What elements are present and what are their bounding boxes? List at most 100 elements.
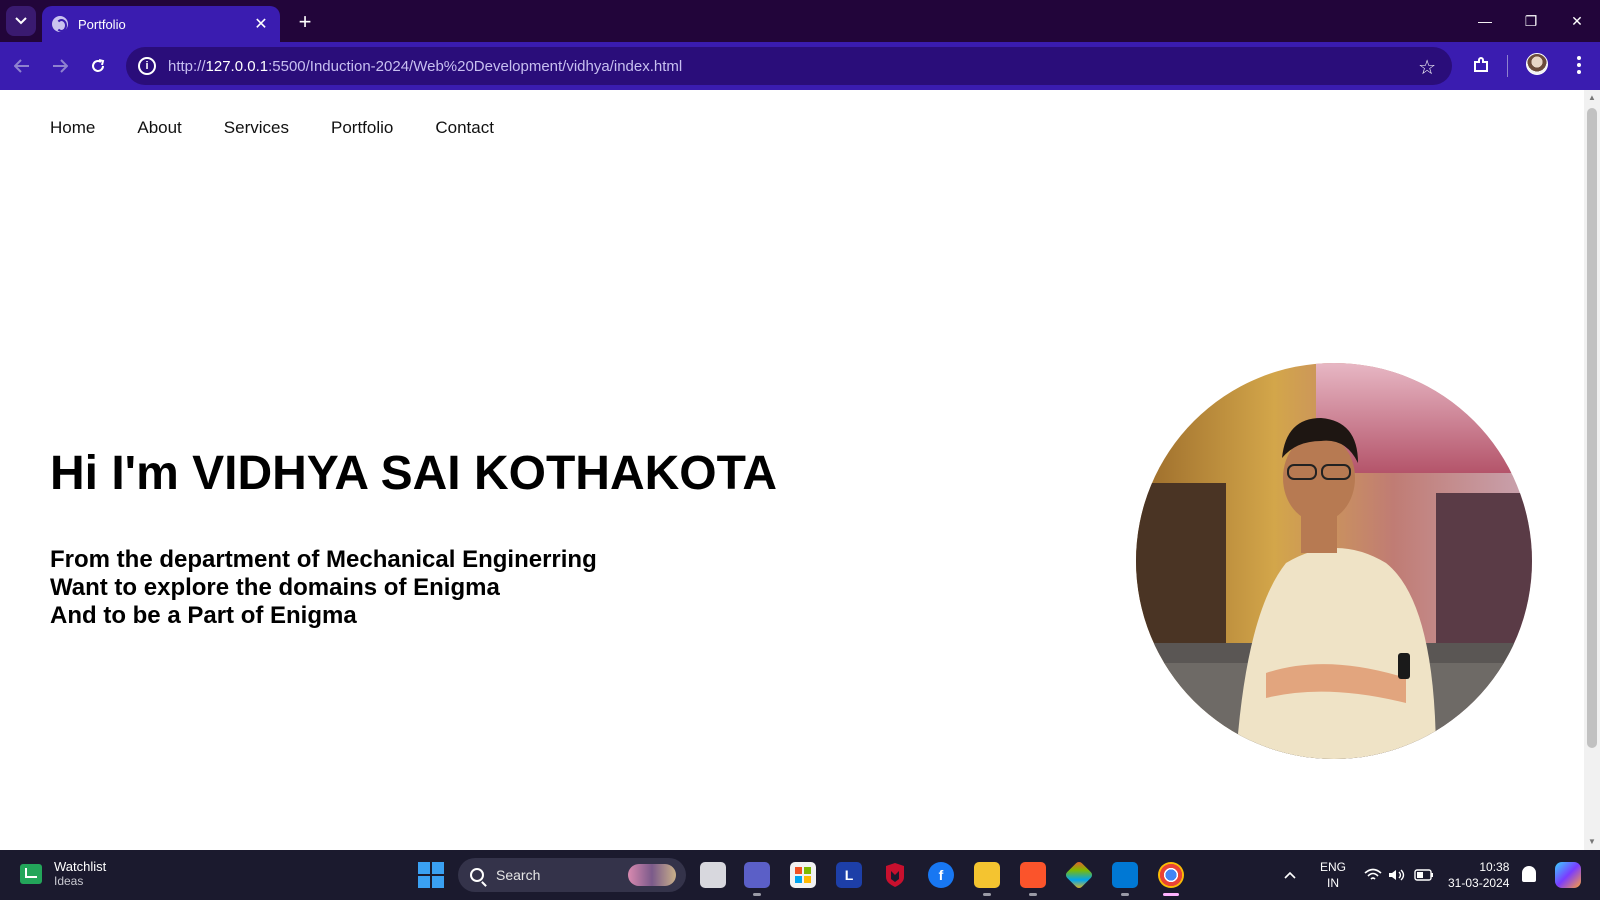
url-path: :5500/Induction-2024/Web%20Development/v… xyxy=(268,57,683,75)
language-code: ENG xyxy=(1320,860,1347,874)
clock-text: 10:38 31-03-2024 xyxy=(1448,859,1509,891)
browser-tab-strip: Portfolio ✕ + — ❐ ✕ xyxy=(0,0,1600,42)
tray-overflow-chevron-icon[interactable] xyxy=(1284,850,1296,900)
minimize-button[interactable]: — xyxy=(1462,0,1508,42)
window-close-button[interactable]: ✕ xyxy=(1554,0,1600,42)
nav-link-about[interactable]: About xyxy=(137,118,181,138)
tab-search-button[interactable] xyxy=(6,6,36,36)
search-highlight-illustration xyxy=(628,864,676,886)
notification-bell-icon[interactable] xyxy=(1522,866,1536,882)
arrow-left-icon xyxy=(14,59,29,73)
url-text: http://127.0.0.1:5500/Induction-2024/Web… xyxy=(168,58,682,75)
browser-toolbar: i http://127.0.0.1:5500/Induction-2024/W… xyxy=(0,42,1600,90)
search-placeholder: Search xyxy=(496,867,541,883)
folder-icon[interactable] xyxy=(974,862,1000,896)
clock-time: 10:38 xyxy=(1479,860,1510,874)
volume-icon[interactable] xyxy=(1388,850,1406,900)
nav-link-contact[interactable]: Contact xyxy=(435,118,494,138)
l-app-icon[interactable]: L xyxy=(836,862,862,888)
windows-logo-icon xyxy=(418,862,430,874)
chrome-icon[interactable] xyxy=(1158,862,1184,896)
url-scheme: http:// xyxy=(168,57,206,75)
hero-title: Hi I'm VIDHYA SAI KOTHAKOTA xyxy=(50,447,778,500)
new-tab-button[interactable]: + xyxy=(292,9,318,35)
scroll-down-arrow-icon[interactable]: ▼ xyxy=(1588,838,1596,846)
site-navigation: Home About Services Portfolio Contact xyxy=(50,118,536,138)
git-icon[interactable] xyxy=(1064,860,1094,890)
wifi-glyph xyxy=(1364,868,1382,880)
nav-link-services[interactable]: Services xyxy=(224,118,289,138)
dots-vertical-icon xyxy=(1577,56,1581,74)
arrow-right-icon xyxy=(53,59,68,73)
scroll-up-arrow-icon[interactable]: ▲ xyxy=(1588,94,1596,102)
widget-text: Watchlist Ideas xyxy=(54,859,106,888)
reload-icon xyxy=(92,59,105,72)
hero-line: From the department of Mechanical Engine… xyxy=(50,546,597,573)
facebook-icon[interactable]: f xyxy=(928,862,954,888)
windows-taskbar: Watchlist Ideas Search L f ENG IN 10:38 … xyxy=(0,850,1600,900)
profile-photo xyxy=(1136,363,1532,759)
back-button[interactable] xyxy=(8,52,36,80)
running-indicator xyxy=(753,893,761,896)
window-controls: — ❐ ✕ xyxy=(1462,0,1600,42)
clock[interactable]: 10:38 31-03-2024 xyxy=(1448,850,1509,900)
windows-logo-pane xyxy=(432,862,444,874)
vscode-icon[interactable] xyxy=(1112,862,1138,896)
language-indicator[interactable]: ENG IN xyxy=(1320,850,1346,900)
widget-subtitle: Ideas xyxy=(54,874,84,888)
url-host: 127.0.0.1 xyxy=(205,57,269,75)
extensions-puzzle-icon[interactable] xyxy=(1468,52,1494,78)
start-button[interactable] xyxy=(418,862,444,888)
watchlist-widget[interactable]: Watchlist Ideas xyxy=(20,859,106,888)
reload-button[interactable] xyxy=(84,52,112,80)
brave-icon[interactable] xyxy=(1020,862,1046,896)
profile-avatar[interactable] xyxy=(1526,53,1548,75)
region-code: IN xyxy=(1327,876,1339,890)
search-icon xyxy=(470,868,484,882)
task-view-icon[interactable] xyxy=(700,862,726,888)
hero-line: Want to explore the domains of Enigma xyxy=(50,574,500,601)
address-bar[interactable]: i http://127.0.0.1:5500/Induction-2024/W… xyxy=(126,47,1452,85)
nav-link-home[interactable]: Home xyxy=(50,118,95,138)
toolbar-divider xyxy=(1507,55,1508,77)
page-scrollbar[interactable]: ▲ ▼ xyxy=(1584,90,1600,850)
chevron-down-icon xyxy=(15,17,27,25)
info-icon[interactable]: i xyxy=(138,57,156,75)
windows-logo-pane xyxy=(418,876,430,888)
wifi-icon[interactable] xyxy=(1364,850,1382,900)
teams-icon[interactable] xyxy=(744,862,770,896)
forward-button[interactable] xyxy=(46,52,74,80)
hero-line: And to be a Part of Enigma xyxy=(50,602,357,629)
store-icon[interactable] xyxy=(790,862,816,888)
mcafee-icon[interactable] xyxy=(882,862,908,888)
battery-glyph xyxy=(1414,869,1433,881)
page-viewport: Home About Services Portfolio Contact Hi… xyxy=(0,90,1584,850)
stock-chart-icon xyxy=(20,863,42,884)
mcafee-shield-icon xyxy=(886,863,904,887)
profile-photo-illustration xyxy=(1136,363,1532,759)
bookmark-star-icon[interactable]: ☆ xyxy=(1418,55,1436,80)
taskbar-search[interactable]: Search xyxy=(458,858,686,892)
battery-icon[interactable] xyxy=(1414,850,1434,900)
widget-title: Watchlist xyxy=(54,859,107,874)
tab-close-button[interactable]: ✕ xyxy=(252,15,270,33)
puzzle-icon xyxy=(1474,57,1488,72)
tab-portfolio[interactable]: Portfolio ✕ xyxy=(42,6,280,42)
active-indicator xyxy=(1163,893,1179,896)
chevron-up-icon xyxy=(1284,871,1296,879)
scroll-thumb[interactable] xyxy=(1587,108,1597,748)
globe-icon xyxy=(52,16,68,32)
kebab-menu-icon[interactable] xyxy=(1566,52,1592,78)
copilot-icon[interactable] xyxy=(1555,862,1581,888)
tab-title: Portfolio xyxy=(78,16,126,32)
restore-button[interactable]: ❐ xyxy=(1508,0,1554,42)
clock-date: 31-03-2024 xyxy=(1448,876,1510,890)
running-indicator xyxy=(1121,893,1129,896)
language-text: ENG IN xyxy=(1320,859,1346,891)
hero-description: From the department of Mechanical Engine… xyxy=(50,546,597,630)
nav-link-portfolio[interactable]: Portfolio xyxy=(331,118,393,138)
windows-logo-pane xyxy=(432,876,444,888)
speaker-glyph xyxy=(1389,869,1405,881)
running-indicator xyxy=(1029,893,1037,896)
store-grid-icon xyxy=(795,867,811,883)
